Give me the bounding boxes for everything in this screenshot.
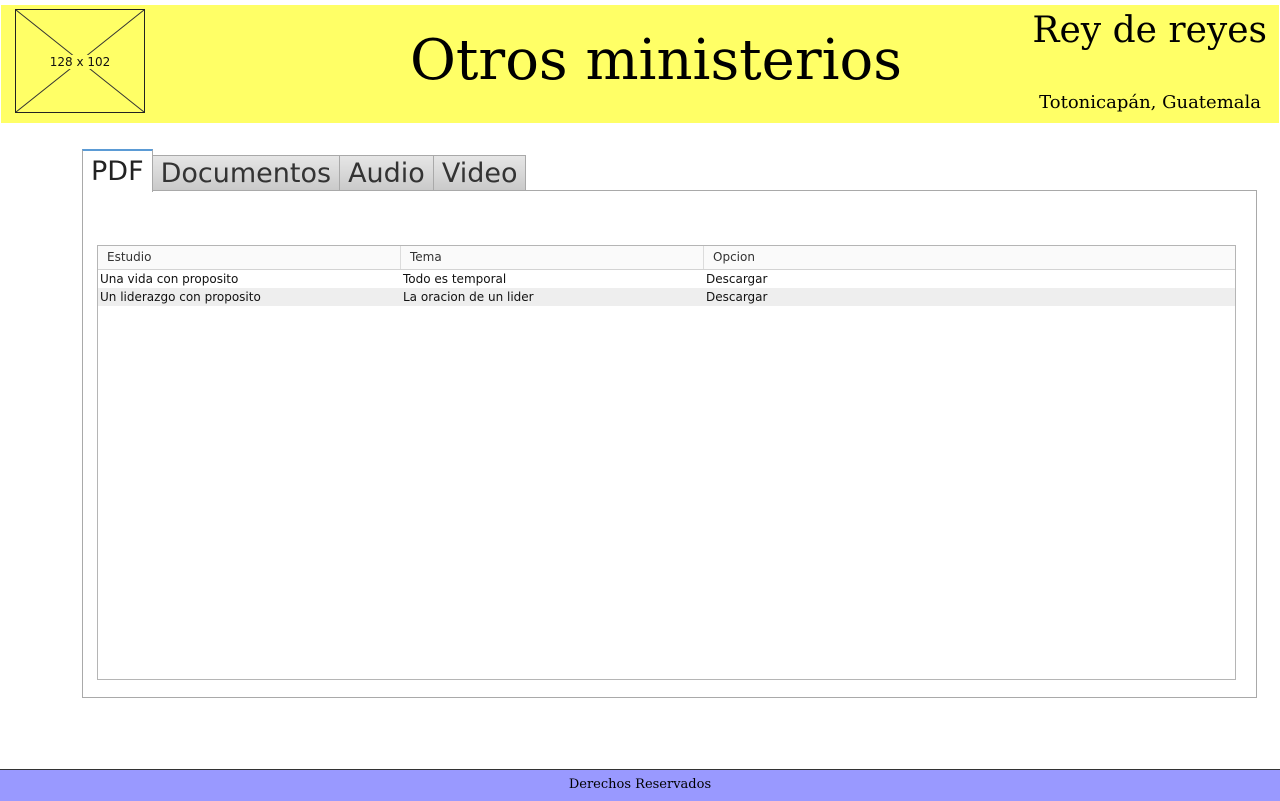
table-header: Estudio Tema Opcion <box>98 246 1235 270</box>
page-header: 128 x 102 Otros ministerios Rey de reyes… <box>1 5 1279 123</box>
tab-documentos[interactable]: Documentos <box>151 155 341 191</box>
column-header-opcion[interactable]: Opcion <box>704 246 1235 269</box>
cell-estudio: Una vida con proposito <box>100 272 239 286</box>
tab-panel-pdf: Estudio Tema Opcion Una vida con proposi… <box>82 190 1257 698</box>
tab-video[interactable]: Video <box>432 155 527 191</box>
studies-table: Estudio Tema Opcion Una vida con proposi… <box>97 245 1236 680</box>
column-header-tema[interactable]: Tema <box>401 246 704 269</box>
tab-audio[interactable]: Audio <box>339 155 434 191</box>
church-location: Totonicapán, Guatemala <box>1039 92 1261 113</box>
logo-placeholder: 128 x 102 <box>15 9 145 113</box>
download-link[interactable]: Descargar <box>704 288 1235 306</box>
cell-estudio: Un liderazgo con proposito <box>100 290 261 304</box>
page-title: Otros ministerios <box>410 28 902 93</box>
download-link[interactable]: Descargar <box>704 270 1235 288</box>
page-footer: Derechos Reservados <box>0 769 1280 801</box>
table-row[interactable]: Un liderazgo con proposito La oracion de… <box>98 288 1235 306</box>
footer-text: Derechos Reservados <box>568 777 712 792</box>
cell-tema: Todo es temporal <box>403 272 507 286</box>
cell-tema: La oracion de un lider <box>403 290 534 304</box>
church-name: Rey de reyes <box>1032 10 1267 51</box>
column-header-estudio[interactable]: Estudio <box>98 246 401 269</box>
logo-placeholder-label: 128 x 102 <box>48 55 112 69</box>
tab-bar: PDF Documentos Audio Video <box>82 147 527 192</box>
tab-pdf[interactable]: PDF <box>82 149 153 192</box>
media-tabs: PDF Documentos Audio Video Estudio Tema … <box>82 147 1257 698</box>
table-row[interactable]: Una vida con proposito Todo es temporal … <box>98 270 1235 288</box>
